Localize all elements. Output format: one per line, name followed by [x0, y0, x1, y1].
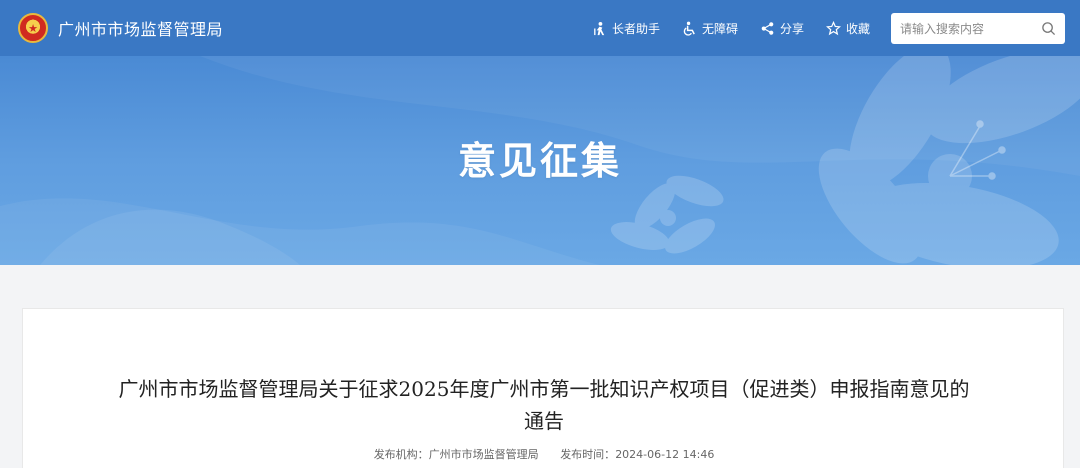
- accessibility-label: 无障碍: [701, 21, 738, 36]
- article-title: 广州市市场监督管理局关于征求2025年度广州市第一批知识产权项目（促进类）申报指…: [118, 377, 970, 433]
- site-title: 广州市市场监督管理局: [58, 20, 224, 39]
- header-tools: 长者助手 无障碍 分享 收藏: [570, 0, 870, 56]
- publisher-value: 广州市市场监督管理局: [428, 448, 539, 461]
- accessibility-button[interactable]: 无障碍: [682, 20, 738, 37]
- search-box: [891, 13, 1065, 44]
- publish-time-label: 发布时间：: [560, 448, 616, 461]
- favorite-label: 收藏: [845, 21, 870, 36]
- publish-time-info: 发布时间：2024-06-12 14:46: [560, 448, 714, 461]
- publisher-info: 发布机构：广州市市场监督管理局: [374, 448, 543, 461]
- page-banner: 意见征集: [0, 56, 1080, 265]
- share-icon: [761, 21, 774, 35]
- top-header: ★ 广州市市场监督管理局 长者助手 无障碍 分享 收藏 请输入搜索内容: [0, 0, 1080, 56]
- banner-title: 意见征集: [457, 139, 622, 183]
- search-icon[interactable]: [1041, 21, 1056, 36]
- share-button[interactable]: 分享: [760, 20, 804, 37]
- share-label: 分享: [779, 21, 804, 36]
- publish-time-value: 2024-06-12 14:46: [615, 448, 715, 461]
- national-emblem-icon: ★: [18, 13, 48, 43]
- site-brand[interactable]: ★ 广州市市场监督管理局: [18, 13, 223, 43]
- elder-assist-icon: [594, 21, 605, 35]
- star-icon: [825, 20, 841, 35]
- accessibility-icon: [683, 21, 695, 36]
- elder-assist-label: 长者助手: [611, 21, 660, 36]
- search-input[interactable]: [900, 21, 1040, 36]
- elder-assist-button[interactable]: 长者助手: [592, 20, 660, 37]
- favorite-button[interactable]: 收藏: [825, 20, 870, 37]
- article-card: 广州市市场监督管理局关于征求2025年度广州市第一批知识产权项目（促进类）申报指…: [22, 308, 1064, 468]
- publisher-label: 发布机构：: [373, 448, 429, 461]
- article-meta: 发布机构：广州市市场监督管理局 发布时间：2024-06-12 14:46: [23, 446, 1065, 462]
